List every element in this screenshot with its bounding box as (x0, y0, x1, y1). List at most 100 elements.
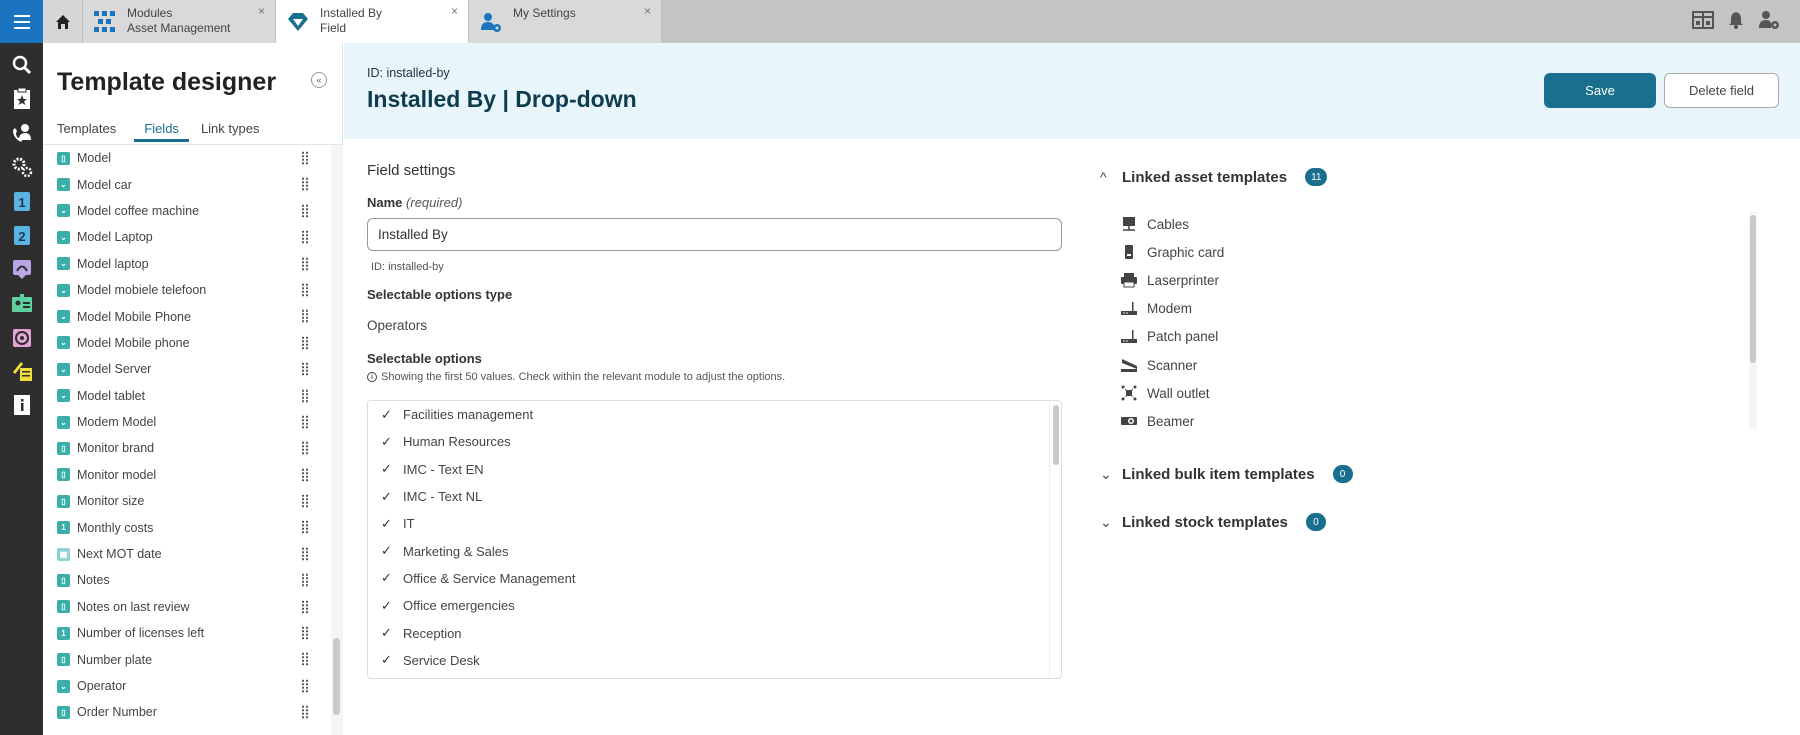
drag-handle-icon[interactable] (301, 652, 309, 667)
field-list-item[interactable]: ▯ Number plate (43, 646, 343, 672)
drag-handle-icon[interactable] (301, 414, 309, 429)
field-label: Monitor model (77, 467, 157, 482)
field-list-item[interactable]: ⌄ Model Mobile Phone (43, 303, 343, 329)
field-list-item[interactable]: ▯ Notes (43, 567, 343, 593)
field-list-item[interactable]: ▯ Monitor brand (43, 435, 343, 461)
search-icon[interactable] (10, 53, 34, 77)
linked-asset-scrollbar[interactable] (1749, 212, 1757, 429)
drag-handle-icon[interactable] (301, 705, 309, 720)
info-book-icon[interactable] (10, 393, 34, 417)
delete-field-button[interactable]: Delete field (1664, 73, 1779, 108)
drag-handle-icon[interactable] (301, 335, 309, 350)
field-list-item[interactable]: ▦ Next MOT date (43, 541, 343, 567)
drag-handle-icon[interactable] (301, 309, 309, 324)
field-list-item[interactable]: ▯ Model (43, 145, 343, 171)
field-label: Model (77, 151, 112, 166)
field-list-item[interactable]: ⌄ Operator (43, 673, 343, 699)
drag-handle-icon[interactable] (301, 256, 309, 271)
field-list-item[interactable]: 1 Monthly costs (43, 514, 343, 540)
option-item: ✓ IT (368, 510, 1061, 537)
drag-handle-icon[interactable] (301, 203, 309, 218)
bell-icon[interactable] (1728, 11, 1744, 29)
tab-fields[interactable]: Fields (134, 121, 189, 142)
gears-icon[interactable] (10, 155, 34, 179)
field-list-item[interactable]: ⌄ Model coffee machine (43, 198, 343, 224)
linked-asset-item[interactable]: Wall outlet (1120, 379, 1720, 407)
home-button[interactable] (43, 0, 83, 43)
tab-link-types[interactable]: Link types (201, 121, 268, 142)
field-list-item[interactable]: ▯ Monitor size (43, 488, 343, 514)
drag-handle-icon[interactable] (301, 441, 309, 456)
tab-modules[interactable]: Modules Asset Management × (83, 0, 276, 43)
id-card-icon[interactable] (10, 291, 34, 315)
close-tab-button[interactable]: × (644, 4, 651, 18)
close-tab-button[interactable]: × (258, 4, 265, 18)
drag-handle-icon[interactable] (301, 599, 309, 614)
linked-stock-header[interactable]: ⌄ Linked stock templates 0 (1100, 513, 1326, 531)
tab-subtitle: Asset Management (127, 21, 231, 35)
collapse-panel-button[interactable]: « (311, 72, 327, 88)
field-list-item[interactable]: ⌄ Model Server (43, 356, 343, 382)
tab-my-settings[interactable]: My Settings × (469, 0, 662, 43)
main-menu-button[interactable] (0, 0, 43, 43)
options-scrollbar[interactable] (1049, 401, 1061, 678)
close-tab-button[interactable]: × (451, 4, 458, 18)
tab-installed-by[interactable]: Installed By Field × (276, 0, 469, 43)
drag-handle-icon[interactable] (301, 177, 309, 192)
drag-handle-icon[interactable] (301, 362, 309, 377)
name-input[interactable] (367, 218, 1062, 251)
field-list-item[interactable]: ⌄ Model car (43, 171, 343, 197)
drag-handle-icon[interactable] (301, 282, 309, 297)
linked-asset-item[interactable]: Cables (1120, 210, 1720, 238)
target-calendar-icon[interactable] (10, 325, 34, 349)
field-list-item[interactable]: ⌄ Model mobiele telefoon (43, 277, 343, 303)
rocket-list-icon[interactable] (10, 359, 34, 383)
drag-handle-icon[interactable] (301, 520, 309, 535)
linked-asset-header[interactable]: ^ Linked asset templates 11 (1100, 168, 1328, 186)
drag-handle-icon[interactable] (301, 230, 309, 245)
field-list-item[interactable]: ⌄ Model Laptop (43, 224, 343, 250)
linked-asset-item[interactable]: Patch panel (1120, 323, 1720, 351)
linked-asset-item[interactable]: Laserprinter (1120, 266, 1720, 294)
drag-handle-icon[interactable] (301, 626, 309, 641)
field-label: Next MOT date (77, 547, 162, 562)
save-button[interactable]: Save (1544, 73, 1656, 108)
drag-handle-icon[interactable] (301, 546, 309, 561)
linked-bulk-header[interactable]: ⌄ Linked bulk item templates 0 (1100, 465, 1353, 483)
drag-handle-icon[interactable] (301, 494, 309, 509)
drag-handle-icon[interactable] (301, 573, 309, 588)
scrollbar-thumb[interactable] (333, 638, 340, 715)
drag-handle-icon[interactable] (301, 467, 309, 482)
line-1-icon[interactable]: 1 (10, 189, 34, 213)
line-2-icon[interactable]: 2 (10, 223, 34, 247)
calendar-board-icon[interactable] (1692, 11, 1714, 29)
field-list-item[interactable]: 1 Number of licenses left (43, 620, 343, 646)
field-list-item[interactable]: ⌄ Model laptop (43, 251, 343, 277)
field-list-item[interactable]: ⌄ Model Mobile phone (43, 330, 343, 356)
linked-asset-item[interactable]: Modem (1120, 295, 1720, 323)
drag-handle-icon[interactable] (301, 678, 309, 693)
linked-asset-item[interactable]: Scanner (1120, 351, 1720, 379)
user-settings-icon[interactable] (1758, 10, 1780, 30)
dropdown-field-type-icon: ⌄ (57, 389, 70, 403)
drag-handle-icon[interactable] (301, 151, 309, 165)
option-item: ✓ Office & Service Management (368, 565, 1061, 592)
field-list-item[interactable]: ▯ Monitor model (43, 462, 343, 488)
field-list-item[interactable]: ⌄ Modem Model (43, 409, 343, 435)
option-label: Service Desk (403, 652, 480, 668)
linked-asset-item[interactable]: Beamer (1120, 407, 1720, 435)
linked-asset-item[interactable]: Graphic card (1120, 238, 1720, 266)
field-list-item[interactable]: ▯ Order Number (43, 699, 343, 725)
field-list-item[interactable]: ⌄ Model tablet (43, 383, 343, 409)
tab-templates[interactable]: Templates (57, 121, 124, 142)
fields-scrollbar[interactable] (331, 145, 343, 735)
scrollbar-thumb[interactable] (1750, 215, 1756, 363)
number-field-type-icon: 1 (57, 521, 70, 535)
phone-user-icon[interactable] (10, 121, 34, 145)
dashboard-icon[interactable] (10, 257, 34, 281)
starred-clipboard-icon[interactable] (10, 87, 34, 111)
field-list-item[interactable]: ▯ Notes on last review (43, 594, 343, 620)
drag-handle-icon[interactable] (301, 388, 309, 403)
scrollbar-thumb[interactable] (1053, 405, 1059, 465)
linked-asset-list: Cables Graphic card Laserprinter Modem Patch… (1120, 210, 1720, 436)
